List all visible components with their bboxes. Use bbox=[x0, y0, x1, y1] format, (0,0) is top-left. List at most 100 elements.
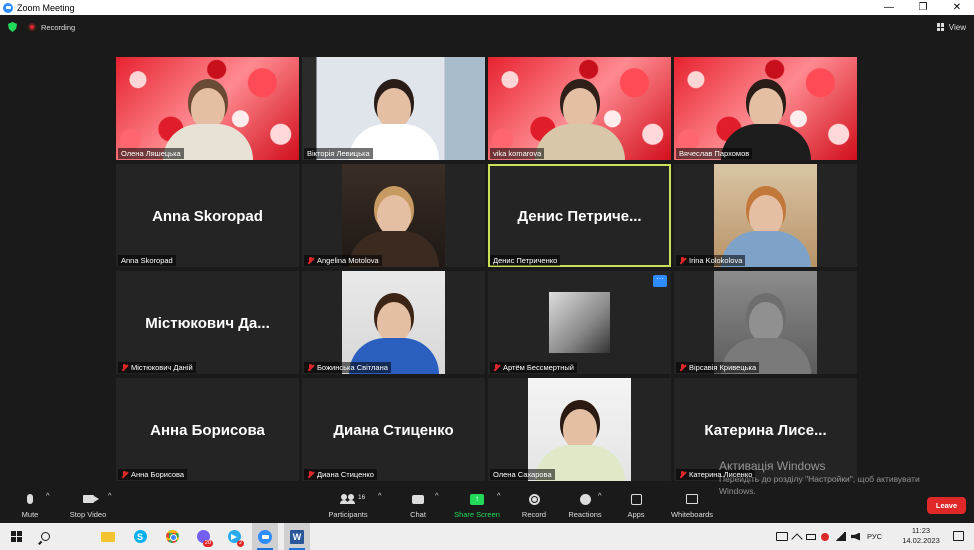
muted-microphone-icon bbox=[307, 363, 314, 372]
video-options-caret[interactable]: ^ bbox=[108, 491, 112, 500]
chat-options-caret[interactable]: ^ bbox=[435, 491, 439, 500]
record-button[interactable]: Record bbox=[518, 491, 550, 519]
apps-button[interactable]: Apps bbox=[623, 491, 649, 519]
participant-display-name: Містюкович Да... bbox=[145, 315, 270, 332]
participant-name-label: Анна Борисова bbox=[118, 469, 188, 480]
participant-video bbox=[674, 57, 857, 160]
muted-microphone-icon bbox=[679, 363, 686, 372]
share-screen-button[interactable]: ↑ Share Screen bbox=[453, 491, 501, 519]
participant-tile-denys[interactable]: Денис Петриче... Денис Петриченко bbox=[488, 164, 671, 267]
participant-name: Irina Kolokolova bbox=[689, 256, 743, 265]
mute-label: Mute bbox=[21, 510, 39, 519]
participants-icon bbox=[340, 494, 355, 504]
participant-video bbox=[342, 164, 445, 267]
mute-button[interactable]: Mute bbox=[18, 491, 42, 519]
zoom-logo-icon bbox=[3, 2, 13, 13]
chat-button[interactable]: Chat bbox=[405, 491, 431, 519]
participant-tile-diana[interactable]: Диана Стиценко Диана Стиценко bbox=[302, 378, 485, 481]
keyboard-icon[interactable] bbox=[776, 532, 788, 541]
participant-name: Божинська Світлана bbox=[317, 363, 388, 372]
taskbar-viber[interactable]: 20 bbox=[190, 523, 216, 550]
apps-icon bbox=[630, 493, 642, 505]
participant-tile-mistyukovych[interactable]: Містюкович Да... Містюкович Даній bbox=[116, 271, 299, 374]
windows-logo-icon bbox=[10, 531, 22, 542]
participant-name: Олена Сахарова bbox=[493, 470, 552, 479]
audio-options-caret[interactable]: ^ bbox=[46, 491, 50, 500]
participant-tile-olena-lyashchuk[interactable]: Олена Ляшецька bbox=[116, 57, 299, 160]
participant-tile-vika[interactable]: vika komarova bbox=[488, 57, 671, 160]
share-options-caret[interactable]: ^ bbox=[497, 491, 501, 500]
activation-line-2: Windows. bbox=[719, 486, 756, 496]
taskbar-skype[interactable]: S bbox=[127, 523, 153, 550]
participant-tile-anna-borysova[interactable]: Анна Борисова Анна Борисова bbox=[116, 378, 299, 481]
taskbar-chrome[interactable] bbox=[159, 523, 185, 550]
record-label: Record bbox=[521, 510, 547, 519]
leave-button[interactable]: Leave bbox=[927, 497, 966, 514]
participant-name: vika komarova bbox=[493, 149, 542, 158]
window-titlebar: Zoom Meeting — ❐ ✕ bbox=[0, 0, 974, 15]
meeting-status-bar: Recording View bbox=[0, 15, 974, 39]
participant-tile-viktoriya[interactable]: Вікторія Левицька bbox=[302, 57, 485, 160]
network-icon[interactable] bbox=[834, 532, 846, 541]
activation-title: Активація Windows bbox=[719, 459, 826, 473]
view-button[interactable]: View bbox=[936, 19, 966, 35]
taskbar-telegram[interactable]: 2 bbox=[221, 523, 247, 550]
participant-tile-irina[interactable]: Irina Kolokolova bbox=[674, 164, 857, 267]
search-icon bbox=[40, 532, 50, 541]
taskbar-clock[interactable]: 11:23 14.02.2023 bbox=[893, 526, 949, 546]
windows-taskbar: S 20 2 W РУС 11:23 14.02.2023 bbox=[0, 523, 974, 550]
participant-tile-bozhynska[interactable]: Божинська Світлана bbox=[302, 271, 485, 374]
participant-name-label: Божинська Світлана bbox=[304, 362, 391, 373]
participant-name: Вячеслав Пархомов bbox=[679, 149, 750, 158]
minimize-button[interactable]: — bbox=[872, 0, 906, 15]
whiteboards-button[interactable]: Whiteboards bbox=[668, 491, 716, 519]
battery-icon[interactable] bbox=[806, 533, 816, 540]
participant-tile-anna-skoropad[interactable]: Anna Skoropad Anna Skoropad bbox=[116, 164, 299, 267]
participant-display-name: Anna Skoropad bbox=[152, 208, 263, 225]
notifications-icon[interactable] bbox=[953, 531, 964, 541]
muted-microphone-icon bbox=[679, 470, 686, 479]
participant-video bbox=[302, 57, 485, 160]
language-indicator[interactable]: РУС bbox=[867, 532, 882, 541]
restore-button[interactable]: ❐ bbox=[906, 0, 940, 15]
participant-name-label: Вірсавія Кривецька bbox=[676, 362, 760, 373]
muted-microphone-icon bbox=[121, 470, 128, 479]
record-icon bbox=[528, 493, 540, 505]
participants-options-caret[interactable]: ^ bbox=[378, 491, 382, 500]
participant-figure bbox=[534, 88, 625, 160]
tray-overflow-icon[interactable] bbox=[791, 532, 803, 545]
stop-video-label: Stop Video bbox=[69, 510, 107, 519]
reactions-icon bbox=[579, 493, 591, 505]
participant-name: Артём Бессмертный bbox=[503, 363, 574, 372]
participant-tile-artem[interactable]: ··· Артём Бессмертный bbox=[488, 271, 671, 374]
close-button[interactable]: ✕ bbox=[940, 0, 974, 15]
stop-video-button[interactable]: Stop Video bbox=[66, 491, 110, 519]
activation-line-1: Перейдіть до розділу "Настройки", щоб ак… bbox=[719, 474, 920, 484]
volume-icon[interactable] bbox=[851, 532, 860, 541]
participant-tile-virsaviya[interactable]: Вірсавія Кривецька bbox=[674, 271, 857, 374]
clock-date: 14.02.2023 bbox=[902, 536, 940, 545]
start-button[interactable] bbox=[3, 523, 29, 550]
participant-video bbox=[342, 271, 445, 374]
reactions-label: Reactions bbox=[568, 510, 602, 519]
participant-tile-angelina[interactable]: Angelina Motolova bbox=[302, 164, 485, 267]
reactions-options-caret[interactable]: ^ bbox=[598, 491, 602, 500]
taskbar-search-button[interactable] bbox=[32, 523, 58, 550]
taskbar-word[interactable]: W bbox=[284, 523, 310, 550]
recording-tray-icon[interactable] bbox=[821, 532, 829, 541]
participant-name: Олена Ляшецька bbox=[121, 149, 181, 158]
participant-tile-olena-sakharova[interactable]: Олена Сахарова bbox=[488, 378, 671, 481]
taskbar-file-explorer[interactable] bbox=[95, 523, 121, 550]
security-shield-icon[interactable] bbox=[8, 22, 17, 32]
participant-name-label: Вячеслав Пархомов bbox=[676, 148, 753, 159]
participant-name-label: Anna Skoropad bbox=[118, 255, 176, 266]
participant-video bbox=[714, 271, 817, 374]
participant-display-name: Денис Петриче... bbox=[517, 208, 642, 225]
taskbar-zoom[interactable] bbox=[252, 523, 278, 550]
participant-name-label: Вікторія Левицька bbox=[304, 148, 373, 159]
camera-icon bbox=[82, 495, 99, 503]
participant-tile-vyacheslav[interactable]: Вячеслав Пархомов bbox=[674, 57, 857, 160]
share-screen-icon: ↑ bbox=[470, 493, 484, 505]
participant-name: Містюкович Даній bbox=[131, 363, 193, 372]
more-options-button[interactable]: ··· bbox=[653, 275, 667, 287]
